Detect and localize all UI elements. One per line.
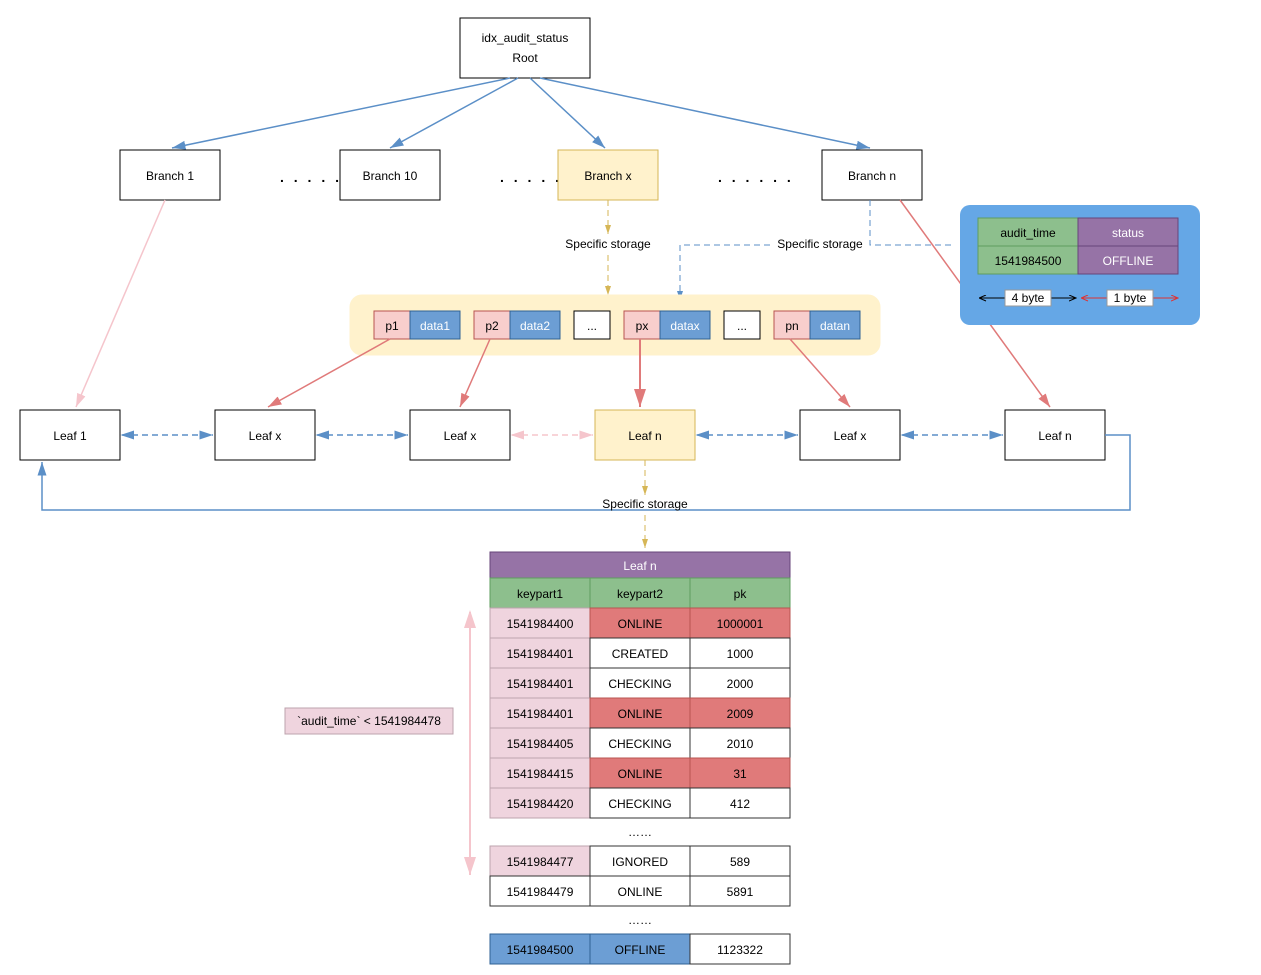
branch-10: Branch 10 (340, 150, 440, 200)
svg-text:data1: data1 (420, 319, 450, 333)
branch-x: Branch x (558, 150, 658, 200)
svg-text:412: 412 (730, 797, 750, 811)
svg-text:Branch n: Branch n (848, 169, 896, 183)
svg-text:1 byte: 1 byte (1114, 291, 1147, 305)
svg-text:1000001: 1000001 (717, 617, 764, 631)
svg-text:...: ... (587, 319, 597, 333)
svg-text:Branch 1: Branch 1 (146, 169, 194, 183)
svg-text:audit_time: audit_time (1000, 226, 1056, 240)
svg-text:CHECKING: CHECKING (608, 737, 671, 751)
svg-text:p1: p1 (385, 319, 399, 333)
leaf-table: Leaf n keypart1 keypart2 pk 1541984400 ONLINE… (490, 552, 790, 964)
svg-text:589: 589 (730, 855, 750, 869)
branch-1: Branch 1 (120, 150, 220, 200)
svg-text:CHECKING: CHECKING (608, 797, 671, 811)
svg-text:data2: data2 (520, 319, 550, 333)
svg-text:px: px (636, 319, 649, 333)
svg-text:2010: 2010 (727, 737, 754, 751)
svg-text:……: …… (628, 913, 652, 927)
svg-text:1541984401: 1541984401 (507, 647, 574, 661)
svg-text:idx_audit_status: idx_audit_status (482, 31, 569, 45)
svg-text:Leaf n: Leaf n (628, 429, 661, 443)
leaf-1: Leaf 1 (20, 410, 120, 460)
branch-n: Branch n (822, 150, 922, 200)
svg-text:2009: 2009 (727, 707, 754, 721)
leaf-x2: Leaf x (410, 410, 510, 460)
svg-text:pk: pk (734, 587, 748, 601)
svg-text:4 byte: 4 byte (1012, 291, 1045, 305)
svg-text:1541984477: 1541984477 (507, 855, 574, 869)
svg-text:Leaf x: Leaf x (249, 429, 282, 443)
svg-text:ONLINE: ONLINE (618, 767, 663, 781)
svg-text:IGNORED: IGNORED (612, 855, 668, 869)
svg-text:31: 31 (733, 767, 747, 781)
svg-text:Leaf x: Leaf x (444, 429, 477, 443)
svg-text:datan: datan (820, 319, 850, 333)
svg-text:1541984401: 1541984401 (507, 677, 574, 691)
svg-text:datax: datax (670, 319, 699, 333)
svg-text:1123322: 1123322 (717, 943, 763, 957)
svg-text:1000: 1000 (727, 647, 754, 661)
leaf-x1: Leaf x (215, 410, 315, 460)
svg-text:OFFLINE: OFFLINE (615, 943, 666, 957)
svg-text:5891: 5891 (727, 885, 754, 899)
svg-text:Branch 10: Branch 10 (363, 169, 418, 183)
svg-text:pn: pn (785, 319, 798, 333)
svg-text:CHECKING: CHECKING (608, 677, 671, 691)
leaf-n2: Leaf n (1005, 410, 1105, 460)
svg-text:keypart2: keypart2 (617, 587, 663, 601)
svg-text:1541984500: 1541984500 (507, 943, 574, 957)
svg-text:Leaf n: Leaf n (623, 559, 656, 573)
svg-text:1541984400: 1541984400 (507, 617, 574, 631)
svg-text:OFFLINE: OFFLINE (1103, 254, 1154, 268)
svg-text:Leaf x: Leaf x (834, 429, 867, 443)
ellipsis: . . . . . . (718, 169, 794, 185)
svg-text:CREATED: CREATED (612, 647, 669, 661)
svg-text:Leaf n: Leaf n (1038, 429, 1071, 443)
specific-storage-label: Specific storage (602, 497, 688, 511)
svg-text:1541984415: 1541984415 (507, 767, 574, 781)
svg-text:ONLINE: ONLINE (618, 617, 663, 631)
svg-text:Root: Root (512, 51, 538, 65)
specific-storage-label: Specific storage (565, 237, 651, 251)
svg-text:p2: p2 (485, 319, 499, 333)
svg-text:ONLINE: ONLINE (618, 885, 663, 899)
svg-text:1541984401: 1541984401 (507, 707, 574, 721)
svg-text:1541984500: 1541984500 (995, 254, 1062, 268)
specific-storage-label: Specific storage (777, 237, 863, 251)
svg-text:ONLINE: ONLINE (618, 707, 663, 721)
svg-text:status: status (1112, 226, 1144, 240)
legend-box: audit_time status 1541984500 OFFLINE 4 b… (960, 205, 1200, 325)
svg-text:1541984405: 1541984405 (507, 737, 574, 751)
svg-text:……: …… (628, 825, 652, 839)
root-node: idx_audit_status Root (460, 18, 590, 78)
svg-text:Branch x: Branch x (584, 169, 631, 183)
svg-text:1541984420: 1541984420 (507, 797, 574, 811)
svg-text:1541984479: 1541984479 (507, 885, 574, 899)
svg-text:2000: 2000 (727, 677, 754, 691)
svg-text:keypart1: keypart1 (517, 587, 563, 601)
leaf-x3: Leaf x (800, 410, 900, 460)
svg-text:...: ... (737, 319, 747, 333)
annotation-box: `audit_time` < 1541984478 (285, 708, 453, 734)
svg-text:`audit_time` < 1541984478: `audit_time` < 1541984478 (297, 714, 441, 728)
svg-text:Leaf 1: Leaf 1 (53, 429, 87, 443)
diagram: idx_audit_status Root Branch 1 . . . . .… (0, 0, 1261, 975)
leaf-n1: Leaf n (595, 410, 695, 460)
